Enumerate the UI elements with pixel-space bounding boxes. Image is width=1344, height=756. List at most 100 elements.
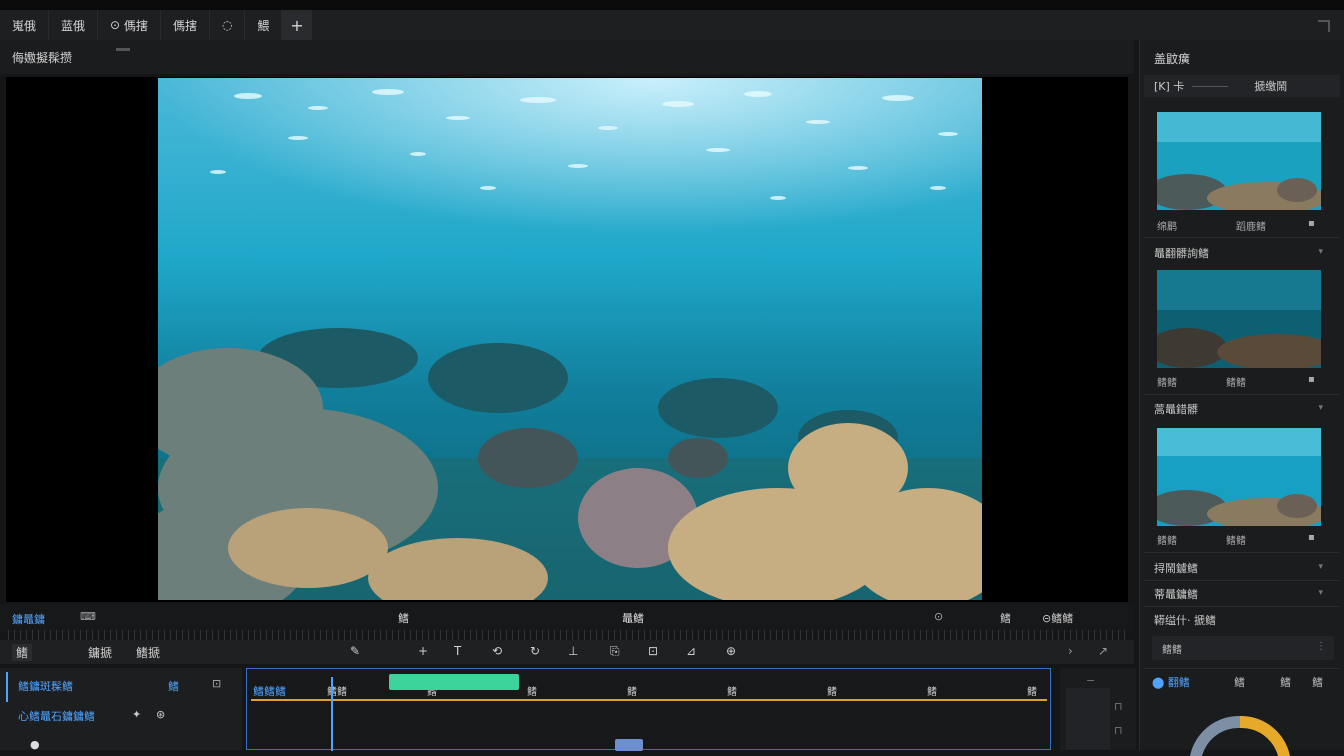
- timeline-tick-label: 鳍: [927, 687, 937, 698]
- timeline-tick-label: 鳍: [727, 687, 737, 698]
- media-thumbnail-2[interactable]: [1157, 270, 1321, 368]
- menu-item-3[interactable]: ⊙ 傌搳: [98, 10, 161, 40]
- timeline-area[interactable]: 鳍鳍鳍 鳍鳍鳍鳍鳍鳍鳍鳍鳍: [246, 668, 1051, 751]
- menu-item-2[interactable]: 蓝俄: [49, 10, 99, 40]
- mic-icon[interactable]: ●: [30, 738, 40, 751]
- sidebar-title: 盖鼤癀: [1154, 52, 1191, 66]
- sidebar-row-1[interactable]: 挦鬧鑢鳍: [1154, 560, 1198, 576]
- bottom-tab-3[interactable]: 鳍: [1280, 674, 1291, 690]
- audio-meter: [1066, 688, 1110, 750]
- media-thumbnail-3[interactable]: [1157, 428, 1321, 526]
- sidebar-divider: [1144, 668, 1340, 669]
- thumbnail-2-label-right: 鳍鳍: [1226, 378, 1246, 389]
- color-wheel[interactable]: [1180, 716, 1300, 756]
- color-wheel-icon: ⬤: [1152, 676, 1165, 689]
- transition-icon[interactable]: ⊿: [686, 644, 696, 658]
- viewer-collapse-icon[interactable]: [116, 48, 130, 51]
- menu-item-4[interactable]: 傌搳: [161, 10, 210, 40]
- track-title: 鳍鏞斑髹鳍: [18, 680, 73, 693]
- thumbnail-image-2: [1157, 270, 1321, 368]
- chevron-right-icon[interactable]: ›: [1068, 644, 1073, 658]
- section-title-2: 蒿鼂錯髒: [1154, 403, 1198, 416]
- minus-icon[interactable]: −: [1086, 674, 1095, 687]
- clock-icon: ⊙: [110, 18, 121, 32]
- thumbnail-3-label-right: 鳍鳍: [1226, 536, 1246, 547]
- media-thumbnail-1[interactable]: [1157, 112, 1321, 210]
- lock-icon[interactable]: ⊛: [156, 708, 165, 721]
- thumbnail-1-more-icon[interactable]: ▪: [1308, 218, 1315, 229]
- split-icon[interactable]: ⊥: [568, 644, 578, 658]
- chevron-down-icon[interactable]: ▾: [1318, 403, 1323, 413]
- snap-icon[interactable]: 鳍: [1000, 610, 1011, 626]
- viewer-header: 侮嫐擬髹攒: [0, 40, 1134, 74]
- timeline-label: 鏞鼂鏞: [12, 613, 45, 626]
- undo-icon: ◌: [221, 18, 233, 32]
- bottom-tab-4[interactable]: 鳍: [1312, 674, 1323, 690]
- record-icon[interactable]: ⊙: [934, 610, 943, 623]
- tab-divider: [1192, 85, 1229, 87]
- playhead[interactable]: [331, 677, 333, 751]
- thumbnail-image-1: [1157, 112, 1321, 210]
- sidebar-field[interactable]: 鳍鳍 ⋮: [1152, 636, 1334, 660]
- undo-button[interactable]: ◌: [210, 10, 246, 40]
- zoom-controls[interactable]: ⊝鳍鳍: [1042, 610, 1073, 626]
- gear-icon: 鰃: [257, 18, 270, 33]
- edit-toolbar: 鳍 鏞搋 鳍搋 ✎ + T ⟲ ↻ ⊥ ⎘ ⊡ ⊿ ⊕ › ↗: [0, 640, 1134, 664]
- window-corner-icon: [1318, 20, 1330, 32]
- track-badge[interactable]: 鳍: [168, 678, 179, 694]
- copy-icon[interactable]: ⎘: [610, 644, 620, 659]
- toolbar-button-3[interactable]: 鳍搋: [136, 644, 160, 661]
- timeline-header-label: 鳍鳍鳍: [253, 685, 286, 698]
- mute-icon[interactable]: ⊓: [1114, 724, 1123, 737]
- timeline-ruler[interactable]: [8, 630, 1130, 640]
- field-dropdown-icon[interactable]: ⋮: [1316, 641, 1326, 652]
- add-button[interactable]: +: [282, 10, 313, 40]
- chevron-down-icon[interactable]: ▾: [1318, 562, 1323, 572]
- toolbar-button-2[interactable]: 鏞搋: [88, 644, 112, 661]
- sidebar-tab-bar: [K] 卡 搋缴鬧: [1144, 75, 1340, 97]
- keyboard-icon[interactable]: ⌨: [80, 610, 96, 623]
- video-frame: [158, 78, 982, 600]
- sidebar-divider: [1144, 552, 1340, 553]
- redo-icon[interactable]: ↻: [530, 644, 540, 658]
- chevron-down-icon[interactable]: ▾: [1318, 588, 1323, 598]
- thumbnail-1-label-right: 蹈鹿鳍: [1236, 222, 1266, 233]
- sidebar-row-2[interactable]: 蒂鼂鏞鳍: [1154, 586, 1198, 602]
- bottom-tab-active[interactable]: ⬤ 翻鳍: [1152, 674, 1190, 690]
- sidebar-field-value: 鳍鳍: [1162, 645, 1182, 656]
- top-menu-bar: 嵬俄 蓝俄 ⊙ 傌搳 傌搳 ◌ 鰃 +: [0, 0, 1344, 40]
- settings-button[interactable]: 鰃: [245, 10, 283, 40]
- thumbnail-image-3: [1157, 428, 1321, 526]
- timeline-tick-label: 鳍: [527, 687, 537, 698]
- cut-icon[interactable]: ✎: [350, 644, 360, 658]
- thumbnail-3-more-icon[interactable]: ▪: [1308, 532, 1315, 543]
- crop-icon[interactable]: ⊡: [648, 644, 658, 658]
- bottom-tab-2[interactable]: 鳍: [1234, 674, 1245, 690]
- sidebar-tab-left[interactable]: [K] 卡: [1154, 78, 1184, 94]
- sidebar-divider: [1144, 237, 1340, 238]
- timeline-side-panel: − ⊓ ⊓: [1060, 668, 1136, 750]
- thumbnail-2-label-left: 鳍鳍: [1157, 378, 1177, 389]
- add-icon[interactable]: +: [418, 644, 428, 658]
- timecode: 鼂鳍: [622, 612, 644, 625]
- thumbnail-1-label-left: 绵鹛: [1157, 222, 1177, 233]
- pin-icon[interactable]: ✦: [132, 708, 141, 721]
- effects-icon[interactable]: ⊕: [726, 644, 736, 658]
- toolbar-button-1[interactable]: 鳍: [12, 644, 33, 661]
- underwater-reef-image: [158, 78, 982, 600]
- sidebar-row-3[interactable]: 鞯缢什· 搋鳍: [1154, 612, 1216, 628]
- export-icon[interactable]: ↗: [1098, 644, 1108, 658]
- track-settings-icon[interactable]: ⊡: [212, 677, 221, 690]
- sidebar-divider: [1144, 606, 1340, 607]
- viewer-title: 侮嫐擬髹攒: [12, 51, 73, 65]
- thumbnail-2-more-icon[interactable]: ▪: [1308, 374, 1315, 385]
- chevron-down-icon[interactable]: ▾: [1318, 247, 1323, 257]
- menu-item-1[interactable]: 嵬俄: [0, 10, 50, 40]
- video-clip[interactable]: [389, 674, 519, 690]
- marker-icon[interactable]: 鳍: [398, 610, 409, 626]
- text-icon[interactable]: T: [454, 644, 461, 658]
- sidebar-tab-right[interactable]: 搋缴鬧: [1254, 78, 1287, 94]
- timeline-marker[interactable]: [615, 739, 643, 751]
- lock-icon[interactable]: ⊓: [1114, 700, 1123, 713]
- rotate-icon[interactable]: ⟲: [492, 644, 502, 658]
